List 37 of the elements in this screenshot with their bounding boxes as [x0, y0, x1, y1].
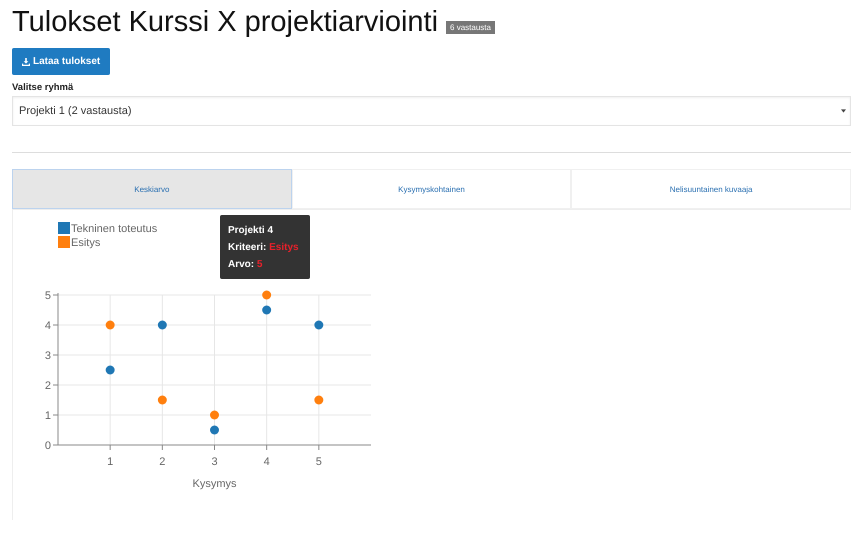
- x-tick-label: 4: [264, 456, 270, 468]
- field-label: Valitse ryhmä: [12, 82, 74, 93]
- legend-label: Esitys: [71, 237, 100, 249]
- data-point[interactable]: [210, 410, 219, 420]
- download-icon: [22, 58, 30, 66]
- data-point[interactable]: [158, 320, 167, 330]
- tooltip-line: Arvo: 5: [228, 258, 264, 272]
- data-point[interactable]: [106, 320, 115, 330]
- data-point[interactable]: [158, 396, 167, 404]
- x-tick-label: 5: [316, 456, 322, 468]
- tab[interactable]: Kysymyskohtainen: [292, 169, 572, 209]
- x-tick-label: 3: [211, 456, 218, 468]
- y-tick-label: 2: [44, 380, 51, 392]
- data-point[interactable]: [314, 396, 324, 404]
- legend-label: Tekninen toteutus: [71, 223, 158, 235]
- download-button[interactable]: Lataa tulokset: [12, 48, 110, 75]
- page-title: Tulokset Kurssi X projektiarviointi: [12, 5, 438, 40]
- y-tick-label: 4: [44, 320, 51, 332]
- data-point[interactable]: [262, 290, 272, 300]
- data-point[interactable]: [314, 320, 324, 330]
- y-tick-label: 1: [44, 410, 51, 422]
- x-axis-title: Kysymys: [192, 478, 236, 490]
- caret-icon: [841, 109, 846, 113]
- response-count-badge: 6 vastausta: [446, 21, 495, 34]
- y-tick-label: 3: [44, 350, 51, 362]
- y-tick-label: 0: [44, 440, 51, 452]
- tooltip-line: Kriteeri: Esitys: [228, 241, 300, 255]
- x-tick-label: 2: [159, 456, 166, 468]
- data-point[interactable]: [262, 306, 272, 314]
- group-select[interactable]: Projekti 1 (2 vastausta): [12, 96, 851, 126]
- y-tick-label: 5: [44, 290, 51, 302]
- tooltip-title: Projekti 4: [228, 224, 274, 238]
- data-point[interactable]: [210, 426, 219, 434]
- tab[interactable]: Keskiarvo: [12, 169, 292, 209]
- data-point[interactable]: [106, 366, 115, 374]
- x-tick-label: 1: [107, 456, 114, 468]
- tab[interactable]: Nelisuuntainen kuvaaja: [571, 169, 851, 209]
